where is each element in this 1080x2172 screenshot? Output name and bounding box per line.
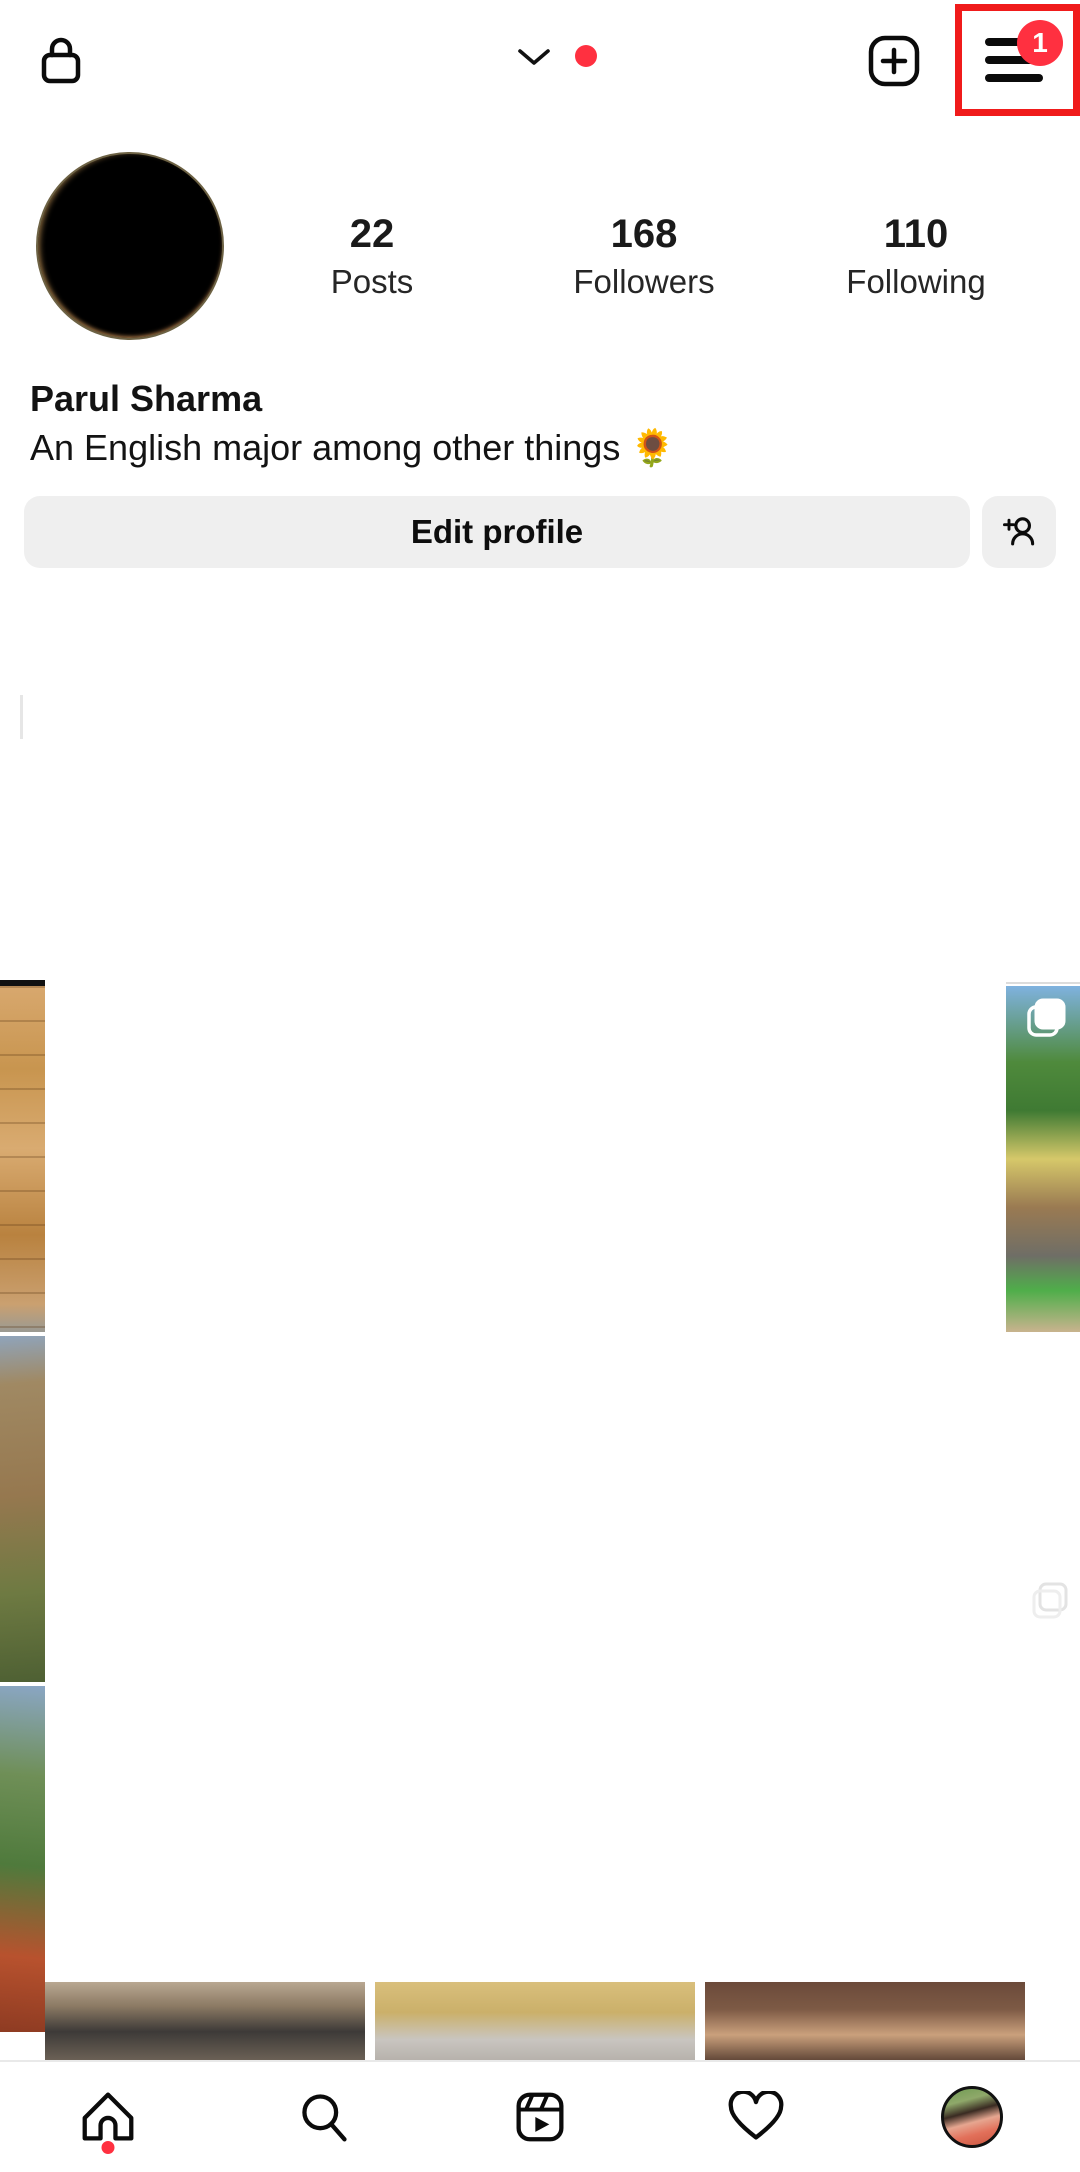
username-dropdown[interactable] [515,44,597,68]
stat-followers[interactable]: 168 Followers [508,212,780,304]
add-person-icon [1003,517,1035,546]
carousel-indicator-icon [1027,998,1066,1037]
heart-icon [728,2091,784,2140]
reels-icon [516,2092,564,2142]
nav-home[interactable] [0,2062,216,2172]
grid-thumbnail[interactable] [0,1336,45,1682]
profile-full-name: Parul Sharma [30,378,263,419]
stat-posts[interactable]: 22 Posts [236,212,508,304]
carousel-indicator-icon [1032,1582,1068,1619]
following-count: 110 [883,212,949,256]
grid-thumbnail[interactable] [0,1686,45,2032]
grid-thumbnail[interactable] [705,1982,1025,2062]
edit-profile-button[interactable]: Edit profile [24,496,970,568]
hamburger-line-3 [985,74,1043,82]
scroll-indicator [20,695,23,739]
nav-search[interactable] [216,2062,432,2172]
grid-thumbnail[interactable] [45,1982,365,2062]
plus-square-icon[interactable] [868,35,920,87]
nav-profile[interactable] [864,2062,1080,2172]
bottom-navigation-bar [0,2062,1080,2172]
chevron-down-icon[interactable] [515,44,553,68]
menu-button[interactable]: 1 [985,20,1063,88]
grid-thumbnail[interactable] [0,986,45,1332]
stat-following[interactable]: 110 Following [780,212,1052,304]
create-new-button[interactable] [868,35,920,87]
avatar-icon [941,2086,1003,2148]
discover-people-button[interactable] [982,496,1056,568]
grid-divider-right [1006,982,1080,984]
followers-label: Followers [573,262,715,300]
profile-action-row: Edit profile [24,496,1056,568]
home-notification-dot [101,2141,115,2154]
instagram-profile-screen: 1 22 Posts 168 Followers 110 Following P… [0,0,1080,2172]
top-bar: 1 [0,0,1080,118]
profile-stats: 22 Posts 168 Followers 110 Following [236,212,1052,304]
posts-grid-area[interactable] [0,580,1080,2062]
posts-count: 22 [349,212,395,256]
search-icon [302,2094,347,2142]
following-label: Following [846,262,986,300]
profile-avatar[interactable] [36,152,224,340]
home-icon [82,2092,134,2141]
menu-notification-badge: 1 [1017,20,1063,66]
nav-activity[interactable] [648,2062,864,2172]
nav-reels[interactable] [432,2062,648,2172]
grid-thumbnail[interactable] [375,1982,695,2062]
unread-story-dot [575,45,597,67]
followers-count: 168 [610,212,678,256]
posts-label: Posts [330,262,414,300]
profile-bio: An English major among other things 🌻 [30,427,676,468]
lock-icon [38,34,84,86]
